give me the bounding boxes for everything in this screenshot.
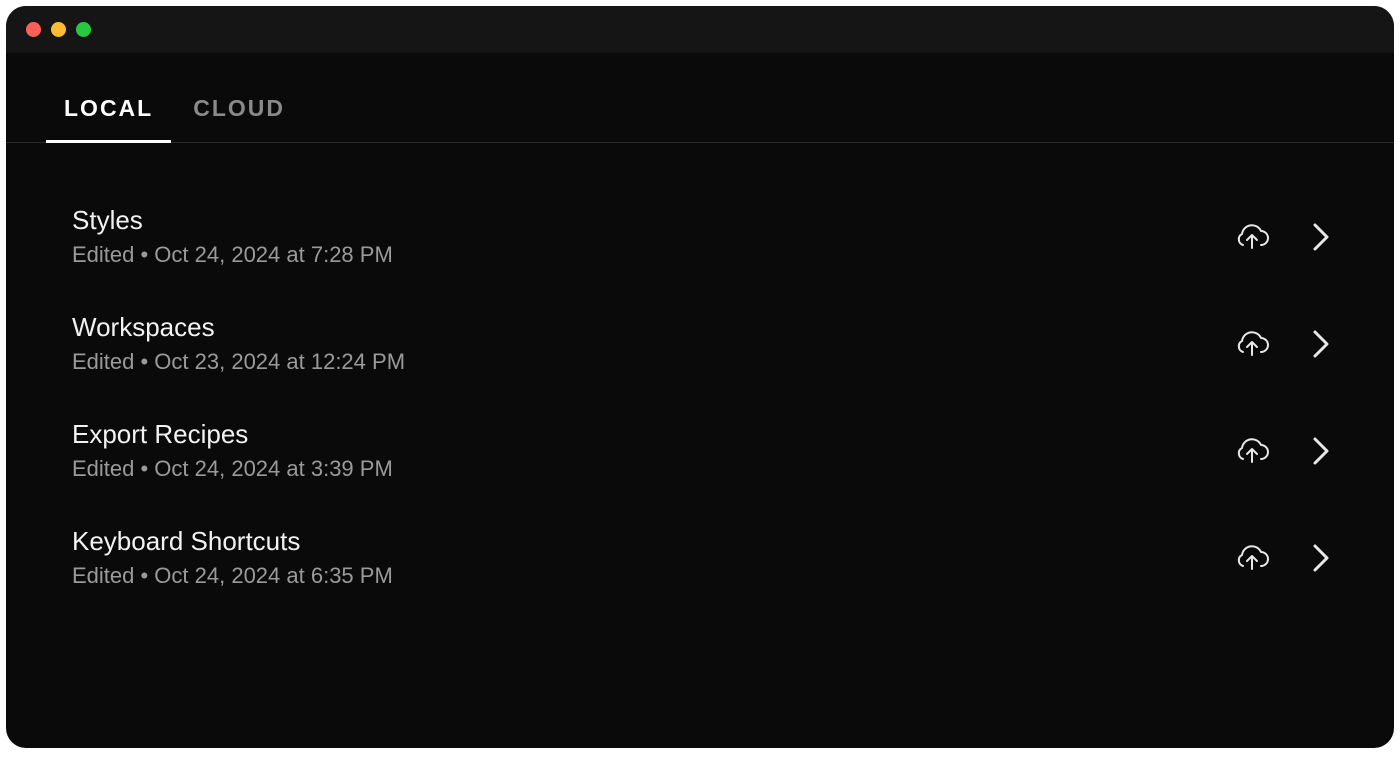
row-actions xyxy=(1234,329,1330,359)
window-minimize-button[interactable] xyxy=(51,22,66,37)
chevron-right-icon[interactable] xyxy=(1312,329,1330,359)
cloud-upload-icon[interactable] xyxy=(1234,544,1270,572)
window-close-button[interactable] xyxy=(26,22,41,37)
row-subtitle: Edited • Oct 23, 2024 at 12:24 PM xyxy=(72,349,1234,375)
row-title: Keyboard Shortcuts xyxy=(72,526,1234,557)
tab-local[interactable]: LOCAL xyxy=(64,95,153,142)
chevron-right-icon[interactable] xyxy=(1312,543,1330,573)
chevron-right-icon[interactable] xyxy=(1312,222,1330,252)
row-subtitle: Edited • Oct 24, 2024 at 7:28 PM xyxy=(72,242,1234,268)
tab-cloud[interactable]: CLOUD xyxy=(193,95,285,142)
tab-bar: LOCAL CLOUD xyxy=(6,53,1394,143)
row-title: Workspaces xyxy=(72,312,1234,343)
cloud-upload-icon[interactable] xyxy=(1234,437,1270,465)
row-actions xyxy=(1234,436,1330,466)
app-window: LOCAL CLOUD Styles Edited • Oct 24, 2024… xyxy=(6,6,1394,748)
row-actions xyxy=(1234,222,1330,252)
window-zoom-button[interactable] xyxy=(76,22,91,37)
list-item-workspaces[interactable]: Workspaces Edited • Oct 23, 2024 at 12:2… xyxy=(64,290,1336,397)
row-text: Export Recipes Edited • Oct 24, 2024 at … xyxy=(72,419,1234,482)
titlebar xyxy=(6,6,1394,53)
cloud-upload-icon[interactable] xyxy=(1234,223,1270,251)
cloud-upload-icon[interactable] xyxy=(1234,330,1270,358)
row-subtitle: Edited • Oct 24, 2024 at 6:35 PM xyxy=(72,563,1234,589)
row-actions xyxy=(1234,543,1330,573)
row-title: Styles xyxy=(72,205,1234,236)
chevron-right-icon[interactable] xyxy=(1312,436,1330,466)
row-subtitle: Edited • Oct 24, 2024 at 3:39 PM xyxy=(72,456,1234,482)
list-item-styles[interactable]: Styles Edited • Oct 24, 2024 at 7:28 PM xyxy=(64,183,1336,290)
list-item-keyboard-shortcuts[interactable]: Keyboard Shortcuts Edited • Oct 24, 2024… xyxy=(64,504,1336,611)
row-text: Keyboard Shortcuts Edited • Oct 24, 2024… xyxy=(72,526,1234,589)
settings-list: Styles Edited • Oct 24, 2024 at 7:28 PM xyxy=(6,143,1394,631)
row-title: Export Recipes xyxy=(72,419,1234,450)
row-text: Styles Edited • Oct 24, 2024 at 7:28 PM xyxy=(72,205,1234,268)
row-text: Workspaces Edited • Oct 23, 2024 at 12:2… xyxy=(72,312,1234,375)
list-item-export-recipes[interactable]: Export Recipes Edited • Oct 24, 2024 at … xyxy=(64,397,1336,504)
